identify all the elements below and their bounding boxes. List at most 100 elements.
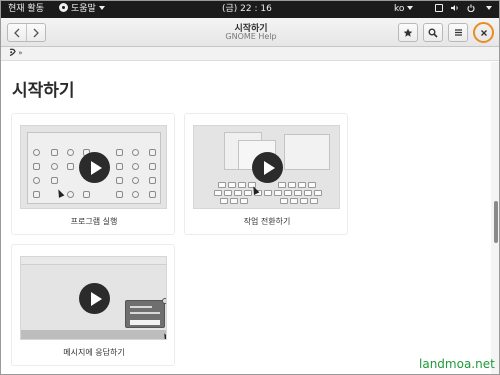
key-icon [218,182,226,188]
video-thumbnail [193,125,340,209]
key-icon [284,190,292,196]
key-icon [304,190,312,196]
key-icon [300,198,308,204]
key-icon [298,182,306,188]
hamburger-menu-icon [454,29,462,36]
app-icon [33,177,40,184]
key-icon [238,182,246,188]
video-card-respond-messages[interactable]: 메시지에 응답하기 [11,244,175,366]
play-icon[interactable] [79,152,110,183]
app-icon [132,191,139,198]
app-icon [83,191,90,198]
watermark: landmoa.net [419,357,495,371]
app-icon [149,163,156,170]
help-window: 현재 활동 도움말 (금) 22 : 16 ko 시작하기 GNOME Help [0,0,500,375]
app-icon [132,163,139,170]
chevron-right-icon [33,28,40,37]
app-menu-label: 도움말 [71,4,96,14]
app-icon [116,163,123,170]
menu-button[interactable] [448,23,468,42]
app-icon [132,149,139,156]
search-button[interactable] [423,23,443,42]
key-icon [288,182,296,188]
page-content: 시작하기 프로그램 실행 작업 전환하기 메시지에 응답하기 [1,62,491,374]
gnome-help-icon [59,3,68,12]
app-icon [116,191,123,198]
key-icon [228,182,236,188]
card-caption: 메시지에 응답하기 [63,348,125,357]
power-icon [467,4,475,12]
app-icon [33,191,40,198]
app-icon [116,149,123,156]
lang-label: ko [394,4,405,14]
nav-button-group [7,23,46,42]
app-icon [149,177,156,184]
app-icon [67,191,74,198]
key-icon [310,198,318,204]
activities-button[interactable]: 현재 활동 [8,1,44,18]
key-icon [220,198,228,204]
app-icon [149,191,156,198]
video-thumbnail [20,256,167,340]
message-tray-illustration [21,330,166,339]
video-thumbnail [20,125,167,209]
back-button[interactable] [8,24,26,41]
close-button[interactable] [473,22,494,43]
key-icon [278,182,286,188]
app-menu[interactable]: 도움말 [59,1,105,18]
scrollbar-thumb[interactable] [494,201,498,243]
app-icon [116,177,123,184]
close-icon [162,298,166,304]
app-icon [67,163,74,170]
play-icon[interactable] [79,283,110,314]
page-title: 시작하기 [12,81,75,101]
card-caption: 작업 전환하기 [243,217,291,226]
window-icon [435,4,443,12]
window-subtitle: GNOME Help [225,32,277,41]
key-icon [274,190,282,196]
play-icon[interactable] [252,152,283,183]
app-icon [67,149,74,156]
video-card-switch-tasks[interactable]: 작업 전환하기 [184,113,348,235]
key-icon [290,198,298,204]
header-bar: 시작하기 GNOME Help [1,18,499,47]
chevron-left-icon [14,28,20,37]
key-icon [314,190,322,196]
app-icon [33,163,40,170]
star-icon [403,28,413,37]
app-icon [51,163,58,170]
key-icon [234,190,242,196]
breadcrumb: » [1,47,499,61]
key-icon [230,198,238,204]
input-method-indicator[interactable]: ko [394,1,414,18]
key-icon [214,190,222,196]
clock[interactable]: (금) 22 : 16 [222,1,272,18]
key-icon [294,190,302,196]
forward-button[interactable] [26,24,45,41]
window-illustration [284,134,330,170]
key-icon [280,198,288,204]
key-icon [224,190,232,196]
breadcrumb-separator: » [18,49,23,57]
card-caption: 프로그램 실행 [70,217,118,226]
bubble-line [130,306,152,308]
caret-down-icon [98,6,105,10]
caret-down-icon [486,6,492,10]
app-icon [33,149,40,156]
app-icon [132,177,139,184]
key-icon [244,190,252,196]
key-icon [264,190,272,196]
app-icon [51,149,58,156]
search-icon [428,28,438,38]
bubble-line [130,312,160,314]
help-home-icon[interactable] [9,48,16,57]
app-icon [51,177,58,184]
system-tray[interactable] [435,1,492,18]
window-titlebar-illustration [21,257,166,265]
bookmark-button[interactable] [398,23,418,42]
bubble-reply-field [130,320,160,325]
volume-icon [451,5,458,11]
video-card-launch-apps[interactable]: 프로그램 실행 [11,113,175,235]
notification-bubble [125,300,165,328]
app-icon [149,149,156,156]
